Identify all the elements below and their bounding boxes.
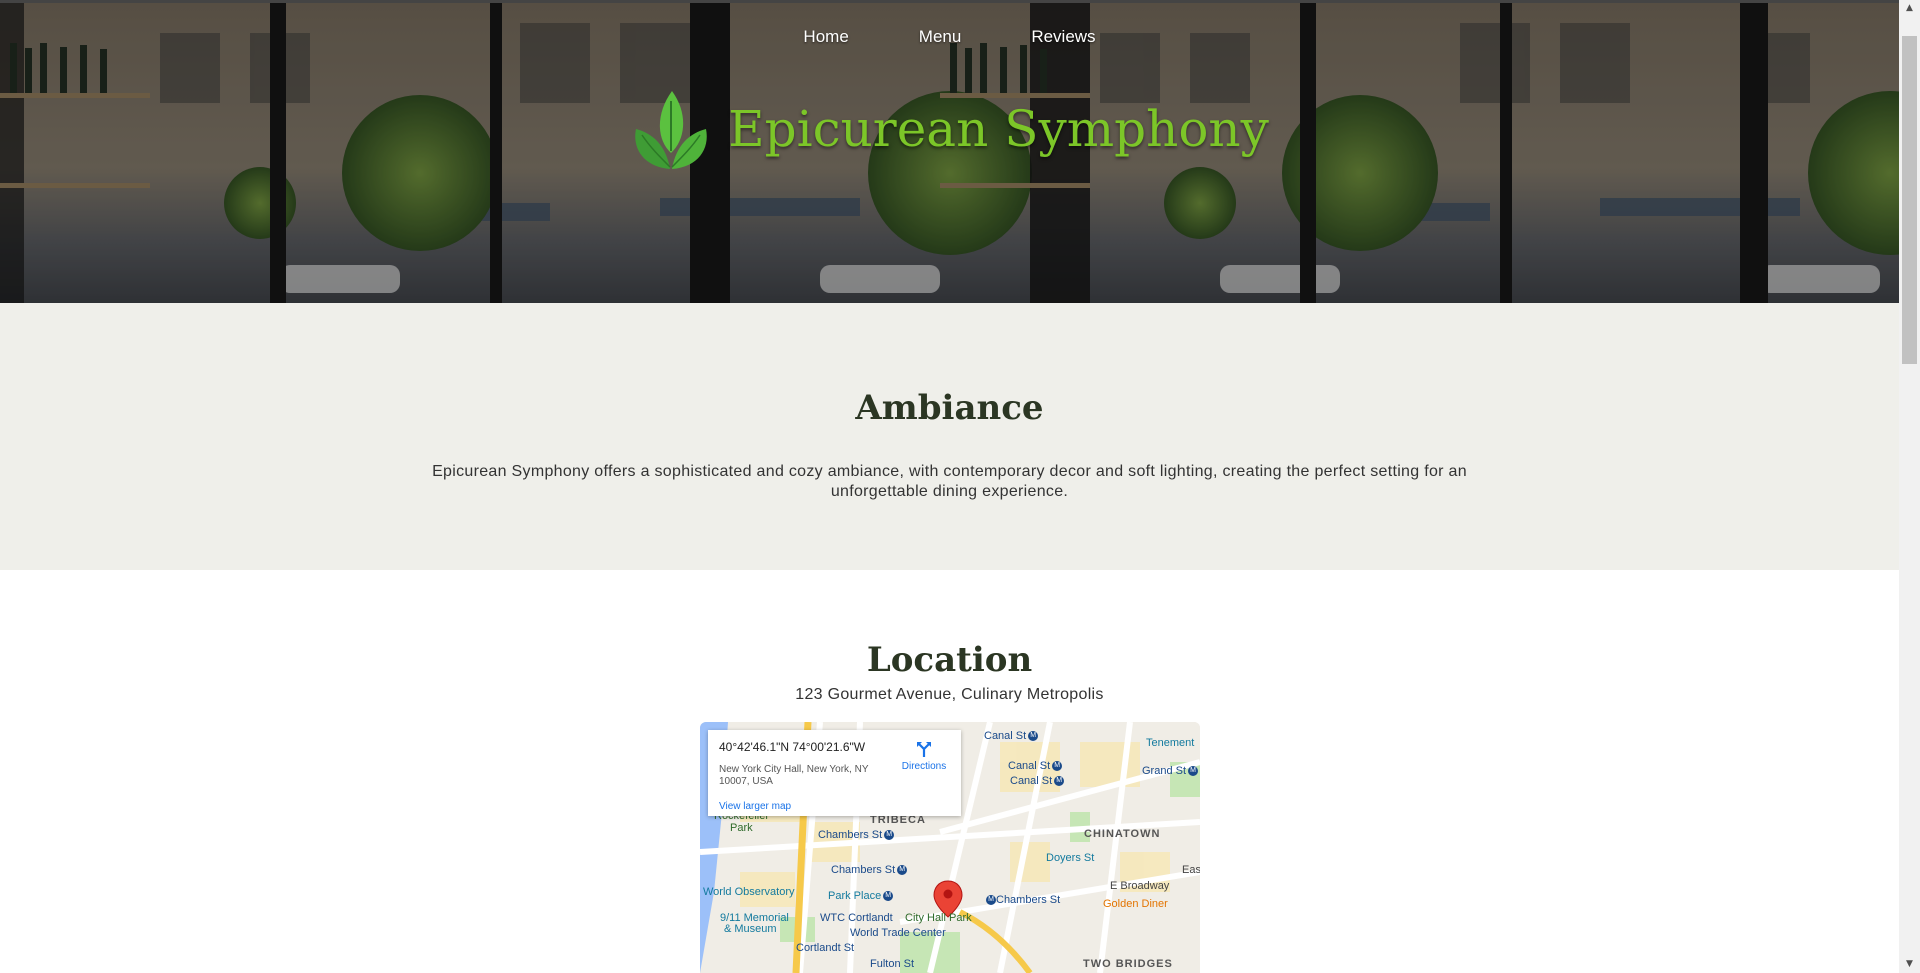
ambiance-section: Ambiance Epicurean Symphony offers a sop… bbox=[0, 303, 1899, 570]
map-label-text: Park Place bbox=[828, 890, 882, 902]
map-label-canal-st-3: Canal St M bbox=[1010, 775, 1065, 787]
leaf-icon bbox=[635, 91, 707, 169]
map-label-east: Eas bbox=[1182, 864, 1200, 876]
subway-icon: M bbox=[1188, 766, 1199, 777]
map-label-chambers-st-3: M Chambers St bbox=[984, 894, 1060, 906]
subway-icon: M bbox=[1028, 731, 1039, 742]
map-label-grand-st: Grand St M bbox=[1142, 765, 1199, 777]
ambiance-title: Ambiance bbox=[855, 388, 1044, 428]
brand: Epicurean Symphony bbox=[0, 87, 1899, 171]
view-larger-map-link[interactable]: View larger map bbox=[719, 801, 791, 812]
map-label-canal-st-2: Canal St M bbox=[1008, 760, 1063, 772]
map-info-card: 40°42'46.1"N 74°00'21.6"W New York City … bbox=[708, 730, 961, 816]
location-title: Location bbox=[866, 640, 1033, 680]
main-nav: Home Menu Reviews bbox=[0, 27, 1899, 47]
map-label-tenement: Tenement bbox=[1146, 737, 1195, 749]
map-label-golden-diner: Golden Diner bbox=[1103, 898, 1168, 910]
scrollbar-thumb[interactable] bbox=[1902, 36, 1917, 364]
map-label-cortlandt-st: Cortlandt St bbox=[796, 942, 855, 954]
subway-icon: M bbox=[897, 865, 908, 876]
address: 123 Gourmet Avenue, Culinary Metropolis bbox=[795, 686, 1104, 703]
nav-menu-link[interactable]: Menu bbox=[884, 27, 997, 47]
directions-label: Directions bbox=[901, 761, 947, 772]
map-label-text: Grand St bbox=[1142, 765, 1187, 777]
page: Home Menu Reviews Epicurean Symphony Amb… bbox=[0, 0, 1899, 973]
subway-icon: M bbox=[884, 830, 895, 841]
nav-home-link[interactable]: Home bbox=[768, 27, 883, 47]
brand-name: Epicurean Symphony bbox=[728, 100, 1269, 158]
ambiance-description: Epicurean Symphony offers a sophisticate… bbox=[432, 463, 1467, 500]
location-section: Location 123 Gourmet Avenue, Culinary Me… bbox=[0, 570, 1899, 973]
map-label-e-broadway: E Broadway bbox=[1110, 880, 1170, 892]
map-label-chambers-st-1: Chambers St M bbox=[818, 829, 895, 841]
subway-icon: M bbox=[1054, 776, 1065, 787]
map-label-wtc-cortlandt: WTC Cortlandt bbox=[820, 912, 893, 924]
map-label-fulton-st: Fulton St bbox=[870, 958, 915, 970]
map-label-911-museum: & Museum bbox=[724, 923, 777, 935]
map-label-text: Canal St bbox=[1010, 775, 1053, 787]
nav-reviews-link[interactable]: Reviews bbox=[996, 27, 1130, 47]
map-label-two-bridges: TWO BRIDGES bbox=[1083, 958, 1173, 970]
directions-icon bbox=[917, 742, 931, 757]
map-label-park: Park bbox=[730, 822, 753, 834]
map-coordinates: 40°42'46.1"N 74°00'21.6"W bbox=[719, 740, 866, 754]
map-label-world-trade-center: World Trade Center bbox=[850, 927, 946, 939]
map-label-city-hall-park: City Hall Park bbox=[905, 912, 972, 924]
hero-banner: Home Menu Reviews Epicurean Symphony bbox=[0, 0, 1899, 303]
map-label-chambers-st-2: Chambers St M bbox=[831, 864, 908, 876]
map-label-text: Canal St bbox=[984, 730, 1027, 742]
map-label-canal-st-1: Canal St M bbox=[984, 730, 1039, 742]
map-label-park-place: Park Place M bbox=[828, 890, 894, 902]
map-label-text: Canal St bbox=[1008, 760, 1051, 772]
scroll-down-arrow-icon[interactable]: ▼ bbox=[1899, 956, 1920, 973]
vertical-scrollbar[interactable]: ▲ ▼ bbox=[1899, 0, 1920, 973]
map-label-doyers-st: Doyers St bbox=[1046, 852, 1095, 864]
scroll-up-arrow-icon[interactable]: ▲ bbox=[1899, 0, 1920, 17]
map-place-address: New York City Hall, New York, NY 10007, … bbox=[719, 764, 869, 787]
subway-icon: M bbox=[986, 895, 996, 906]
map-label-text: Chambers St bbox=[831, 864, 896, 876]
map-label-text: Chambers St bbox=[818, 829, 883, 841]
subway-icon: M bbox=[883, 891, 894, 902]
embedded-map[interactable]: TRIBECA CHINATOWN TWO BRIDGES Chambers S… bbox=[700, 722, 1200, 973]
map-label-world-observatory: World Observatory bbox=[703, 886, 795, 898]
map-label-text: Chambers St bbox=[996, 894, 1061, 906]
directions-button[interactable]: Directions bbox=[894, 740, 954, 772]
map-label-chinatown: CHINATOWN bbox=[1084, 828, 1161, 840]
subway-icon: M bbox=[1052, 761, 1063, 772]
